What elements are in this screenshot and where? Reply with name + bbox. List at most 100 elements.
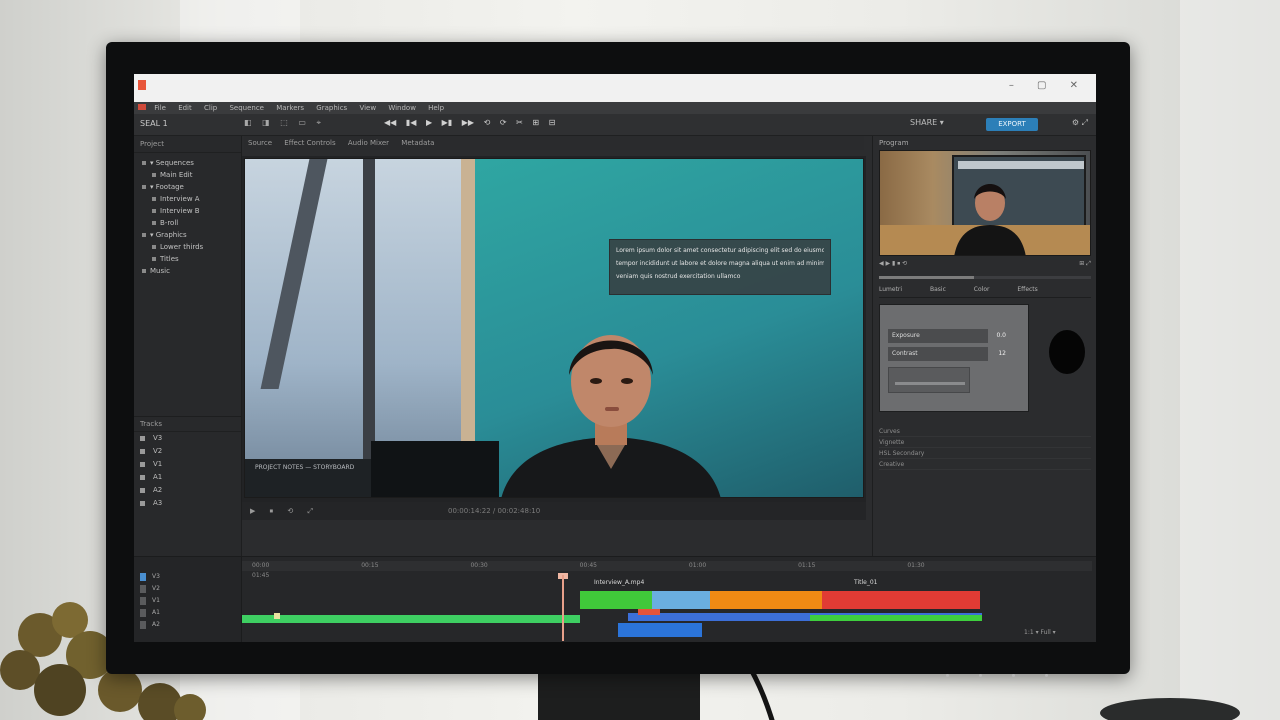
eye-icon[interactable] <box>140 448 145 454</box>
window-controls[interactable]: – ▢ ✕ <box>1009 80 1088 91</box>
program-monitor[interactable]: PROJECT NOTES — STORYBOARD Lorem ipsum d… <box>242 156 866 502</box>
tab-basic[interactable]: Basic <box>930 286 946 293</box>
audio-clip[interactable] <box>810 615 982 621</box>
inspector-field[interactable]: Contrast 12 <box>888 347 1006 361</box>
menu-graphics[interactable]: Graphics <box>316 104 347 112</box>
fullscreen-icon[interactable]: ⤢ <box>307 507 313 515</box>
monitor-button[interactable] <box>946 674 949 677</box>
play-icon[interactable]: ▶ <box>426 118 432 127</box>
speaker-icon[interactable] <box>140 500 145 506</box>
menu-window[interactable]: Window <box>388 104 416 112</box>
field-value[interactable]: 12 <box>998 347 1006 361</box>
loop-icon[interactable]: ⟲ <box>287 507 293 515</box>
menu-help[interactable]: Help <box>428 104 444 112</box>
tab-metadata[interactable]: Metadata <box>401 139 434 147</box>
program-preview[interactable] <box>879 150 1091 256</box>
tree-item[interactable]: B-roll <box>134 217 241 229</box>
menu-file[interactable]: File <box>154 104 166 112</box>
tab-effects[interactable]: Effects <box>1017 286 1037 293</box>
tab-effect-controls[interactable]: Effect Controls <box>284 139 335 147</box>
tree-item[interactable]: Interview A <box>134 193 241 205</box>
tab-color[interactable]: Color <box>974 286 990 293</box>
video-clip[interactable] <box>580 591 652 609</box>
undo-icon[interactable]: ⟲ <box>484 118 491 127</box>
timeline-zoom[interactable]: 1:1 ▾ Full ▾ <box>1024 629 1056 636</box>
field-value[interactable]: 0.0 <box>996 329 1006 343</box>
tree-item[interactable]: ▾ Footage <box>134 181 241 193</box>
track-control[interactable]: A2 <box>134 484 242 497</box>
track-header[interactable]: V3 <box>134 571 241 583</box>
list-item[interactable]: Curves <box>879 426 1091 437</box>
view-options-icon[interactable]: ⊞ ⤢ <box>1079 260 1091 268</box>
time-ruler[interactable]: 00:00 00:15 00:30 00:45 01:00 01:15 01:3… <box>242 561 1092 579</box>
track-control[interactable]: A3 <box>134 497 242 510</box>
track-select-icon[interactable] <box>140 596 146 605</box>
tree-item[interactable]: Interview B <box>134 205 241 217</box>
monitor-button[interactable] <box>1045 674 1048 677</box>
menu-markers[interactable]: Markers <box>276 104 304 112</box>
track-control[interactable]: A1 <box>134 471 242 484</box>
tab-lumetri[interactable]: Lumetri <box>879 286 902 293</box>
razor-icon[interactable]: ✂ <box>516 118 523 127</box>
eye-icon[interactable] <box>140 435 145 441</box>
audio-clip[interactable] <box>618 623 702 637</box>
tree-item[interactable]: Titles <box>134 253 241 265</box>
track-header[interactable]: V2 <box>134 583 241 595</box>
tool-icon[interactable]: ▭ <box>298 118 306 127</box>
tab-audio-mixer[interactable]: Audio Mixer <box>348 139 389 147</box>
adjustment-slider[interactable] <box>888 367 970 393</box>
menu-view[interactable]: View <box>359 104 376 112</box>
fast-forward-icon[interactable]: ▶▶ <box>462 118 474 127</box>
tree-item[interactable]: ▾ Graphics <box>134 229 241 241</box>
video-clip[interactable] <box>822 591 980 609</box>
redo-icon[interactable]: ⟳ <box>500 118 507 127</box>
inspector-field[interactable]: Exposure 0.0 <box>888 329 1006 343</box>
marker-clip[interactable] <box>638 609 660 615</box>
track-select-icon[interactable] <box>140 608 146 617</box>
eye-icon[interactable] <box>140 461 145 467</box>
tree-item[interactable]: ▾ Sequences <box>134 157 241 169</box>
audio-clip[interactable] <box>242 615 580 623</box>
timeline-panel[interactable]: V3 V2 V1 A1 A2 00:00 00:15 00:30 00:45 0… <box>134 556 1096 642</box>
menu-edit[interactable]: Edit <box>178 104 192 112</box>
step-back-icon[interactable]: ▮◀ <box>406 118 417 127</box>
video-clip[interactable] <box>652 591 710 609</box>
export-button[interactable]: EXPORT <box>986 118 1038 131</box>
stop-icon[interactable]: ⏹ <box>270 507 274 515</box>
track-control[interactable]: V1 <box>134 458 242 471</box>
tool-icon[interactable]: ⬚ <box>280 118 288 127</box>
playback-slider[interactable] <box>879 276 1091 279</box>
transport-icons[interactable]: ◀ ▶ ▮ ⏹ ⟲ <box>879 260 907 268</box>
timeline-tracks[interactable]: Interview_A.mp4 Title_01 <box>242 573 1092 642</box>
share-button[interactable]: SHARE ▾ <box>910 118 944 127</box>
track-select-icon[interactable] <box>140 620 146 629</box>
rewind-icon[interactable]: ◀◀ <box>384 118 396 127</box>
tree-item[interactable]: Main Edit <box>134 169 241 181</box>
monitor-button[interactable] <box>979 674 982 677</box>
tree-item[interactable]: Music <box>134 265 241 277</box>
track-header[interactable]: A1 <box>134 607 241 619</box>
settings-icon[interactable]: ⚙ ⤢ <box>1072 118 1088 128</box>
overwrite-icon[interactable]: ⊟ <box>549 118 556 127</box>
monitor-button[interactable] <box>1012 674 1015 677</box>
keyframe-marker[interactable] <box>274 613 280 619</box>
list-item[interactable]: Creative <box>879 459 1091 470</box>
speaker-icon[interactable] <box>140 487 145 493</box>
track-control[interactable]: V3 <box>134 432 242 445</box>
tool-icon[interactable]: ⌖ <box>316 118 321 127</box>
list-item[interactable]: HSL Secondary <box>879 448 1091 459</box>
play-icon[interactable]: ▶ <box>250 507 255 515</box>
step-forward-icon[interactable]: ▶▮ <box>442 118 453 127</box>
insert-icon[interactable]: ⊞ <box>532 118 539 127</box>
track-header[interactable]: V1 <box>134 595 241 607</box>
video-clip[interactable] <box>710 591 822 609</box>
menu-clip[interactable]: Clip <box>204 104 217 112</box>
tree-item[interactable]: Lower thirds <box>134 241 241 253</box>
tool-icon[interactable]: ◨ <box>262 118 270 127</box>
menu-sequence[interactable]: Sequence <box>229 104 264 112</box>
track-header[interactable]: A2 <box>134 619 241 631</box>
speaker-icon[interactable] <box>140 474 145 480</box>
color-wheel[interactable] <box>1049 330 1085 374</box>
track-control[interactable]: V2 <box>134 445 242 458</box>
playhead[interactable] <box>562 575 564 641</box>
